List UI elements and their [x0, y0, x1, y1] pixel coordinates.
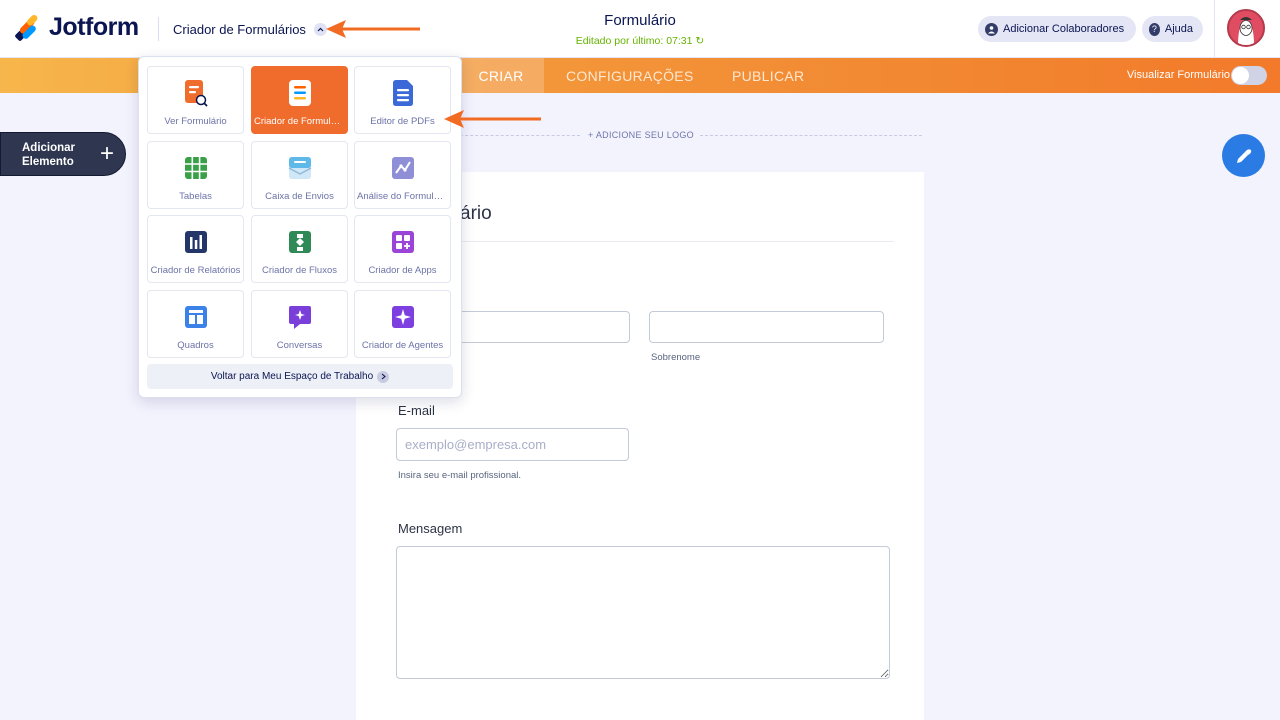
heading-divider	[396, 241, 894, 242]
report-builder-icon	[185, 231, 207, 253]
paint-roller-icon	[1236, 148, 1251, 163]
boards-icon	[185, 306, 207, 328]
message-label: Mensagem	[398, 521, 463, 536]
help-button[interactable]: ? Ajuda	[1142, 16, 1203, 42]
first-name-input[interactable]	[440, 311, 630, 343]
form-builder-icon	[289, 80, 311, 106]
add-element-label: Adicionar Elemento	[22, 142, 76, 168]
form-heading[interactable]: ário	[460, 203, 492, 225]
app-label: Criador de Agentes	[361, 340, 444, 351]
app-inbox[interactable]: Caixa de Envios	[251, 141, 348, 209]
top-bar: Jotform Criador de Formulários Formulári…	[0, 0, 1280, 58]
tables-icon	[185, 157, 207, 179]
divider	[1214, 0, 1215, 58]
callout-arrow-icon	[326, 20, 420, 38]
analytics-icon	[392, 157, 414, 179]
preview-form-label: Visualizar Formulário	[1126, 69, 1230, 81]
email-input[interactable]	[396, 428, 629, 461]
app-workflow-builder[interactable]: Criador de Fluxos	[251, 215, 348, 283]
callout-arrow-icon	[444, 110, 541, 128]
app-label: Análise do Formulário	[357, 191, 448, 202]
preview-form-toggle[interactable]	[1231, 66, 1267, 85]
app-label: Criador de Fluxos	[262, 265, 337, 276]
app-builder-icon	[392, 231, 414, 253]
refresh-icon: ↻	[695, 35, 705, 47]
jotform-logo[interactable]: Jotform	[15, 13, 139, 42]
form-title: Formulário	[604, 12, 676, 29]
conversations-icon	[289, 306, 311, 329]
brand-name: Jotform	[49, 13, 139, 41]
last-edited-status: Editado por último: 07:31 ↻	[540, 35, 740, 47]
view-form-icon	[185, 80, 208, 107]
last-edited-text: Editado por último: 07:31	[575, 35, 693, 47]
jotform-logo-icon	[15, 14, 38, 41]
app-view-form[interactable]: Ver Formulário	[147, 66, 244, 134]
form-designer-button[interactable]	[1222, 134, 1265, 177]
app-label: Ver Formulário	[164, 116, 227, 127]
app-app-builder[interactable]: Criador de Apps	[354, 215, 451, 283]
last-name-sublabel: Sobrenome	[651, 352, 701, 363]
pdf-editor-icon	[393, 80, 413, 106]
app-pdf-editor[interactable]: Editor de PDFs	[354, 66, 451, 134]
message-textarea[interactable]	[396, 546, 890, 679]
help-label: Ajuda	[1164, 23, 1193, 35]
back-to-workspace-button[interactable]: Voltar para Meu Espaço de Trabalho	[147, 364, 453, 389]
user-avatar[interactable]	[1227, 9, 1265, 47]
workflow-icon	[289, 231, 311, 253]
app-tables[interactable]: Tabelas	[147, 141, 244, 209]
logo-divider-left	[460, 135, 580, 136]
app-label: Tabelas	[179, 191, 212, 202]
app-form-analytics[interactable]: Análise do Formulário	[354, 141, 451, 209]
app-switcher-button[interactable]: Criador de Formulários	[158, 17, 327, 41]
app-conversations[interactable]: Conversas	[251, 290, 348, 358]
app-report-builder[interactable]: Criador de Relatórios	[147, 215, 244, 283]
plus-icon: +	[100, 140, 115, 167]
app-label: Editor de PDFs	[370, 116, 435, 127]
app-switcher-label: Criador de Formulários	[173, 21, 306, 37]
back-to-workspace-label: Voltar para Meu Espaço de Trabalho	[210, 371, 374, 382]
agent-builder-icon	[392, 306, 414, 328]
user-icon	[985, 22, 998, 36]
tab-publish[interactable]: PUBLICAR	[732, 58, 804, 93]
app-boards[interactable]: Quadros	[147, 290, 244, 358]
app-label: Criador de Relatórios	[150, 265, 241, 276]
app-label: Criador de Formulários	[254, 116, 345, 127]
add-collaborators-button[interactable]: Adicionar Colaboradores	[978, 16, 1136, 42]
add-collaborators-label: Adicionar Colaboradores	[1003, 23, 1125, 35]
last-name-input[interactable]	[649, 311, 884, 343]
app-label: Quadros	[177, 340, 214, 351]
app-label: Caixa de Envios	[265, 191, 334, 202]
app-agent-builder[interactable]: Criador de Agentes	[354, 290, 451, 358]
email-hint: Insira seu e-mail profissional.	[398, 470, 522, 481]
inbox-icon	[288, 157, 312, 179]
email-label: E-mail	[398, 403, 435, 418]
logo-divider-right	[700, 135, 922, 136]
app-label: Conversas	[276, 340, 323, 351]
question-icon: ?	[1149, 22, 1160, 36]
add-logo-link[interactable]: + ADICIONE SEU LOGO	[588, 130, 694, 140]
chevron-right-icon	[377, 370, 390, 383]
app-label: Criador de Apps	[368, 265, 437, 276]
app-form-builder[interactable]: Criador de Formulários	[251, 66, 348, 134]
tab-build[interactable]: CRIAR	[458, 58, 544, 93]
add-element-button[interactable]: Adicionar Elemento +	[0, 132, 126, 176]
apps-menu: Ver Formulário Criador de Formulários Ed…	[138, 56, 462, 398]
avatar-illustration	[1229, 11, 1263, 45]
tab-settings[interactable]: CONFIGURAÇÕES	[566, 58, 694, 93]
